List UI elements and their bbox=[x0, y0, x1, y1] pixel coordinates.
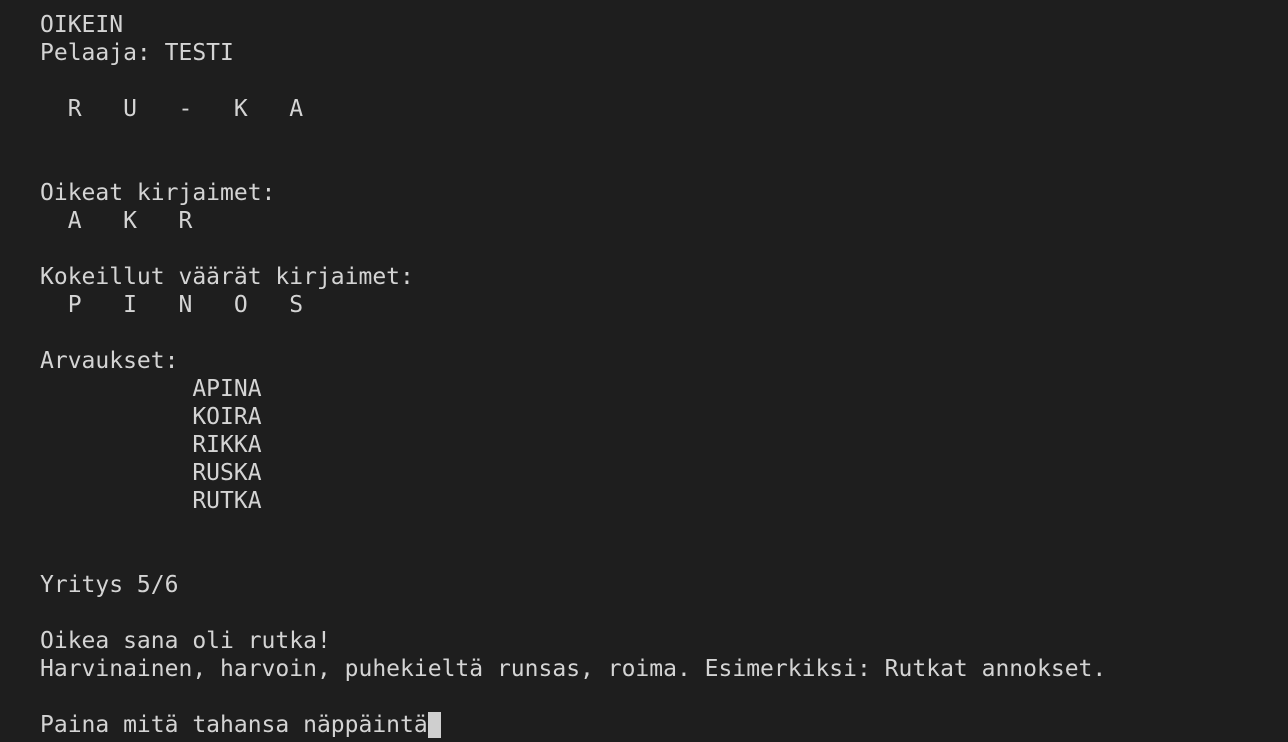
word-definition: Harvinainen, harvoin, puhekieltä runsas,… bbox=[40, 656, 1107, 682]
wrong-letters-header: Kokeillut väärät kirjaimet: bbox=[40, 264, 414, 290]
wrong-letters: P I N O S bbox=[40, 292, 304, 318]
guess-item: KOIRA bbox=[40, 404, 262, 430]
guesses-header: Arvaukset: bbox=[40, 348, 179, 374]
word-pattern: R U - K A bbox=[40, 96, 304, 122]
game-status: OIKEIN bbox=[40, 12, 124, 38]
attempt-counter: Yritys 5/6 bbox=[40, 572, 179, 598]
prompt-line: Paina mitä tahansa näppäintä bbox=[40, 711, 441, 739]
continue-prompt: Paina mitä tahansa näppäintä bbox=[40, 712, 428, 738]
guess-item: RUTKA bbox=[40, 488, 262, 514]
correct-letters-header: Oikeat kirjaimet: bbox=[40, 180, 276, 206]
terminal-cursor bbox=[427, 712, 441, 738]
guess-item: RIKKA bbox=[40, 432, 262, 458]
answer-reveal: Oikea sana oli rutka! bbox=[40, 628, 331, 654]
guess-item: RUSKA bbox=[40, 460, 262, 486]
guess-item: APINA bbox=[40, 376, 262, 402]
terminal-window[interactable]: OIKEIN Pelaaja: TESTI R U - K A Oikeat k… bbox=[40, 0, 1280, 742]
player-name: Pelaaja: TESTI bbox=[40, 40, 234, 66]
correct-letters: A K R bbox=[40, 208, 193, 234]
